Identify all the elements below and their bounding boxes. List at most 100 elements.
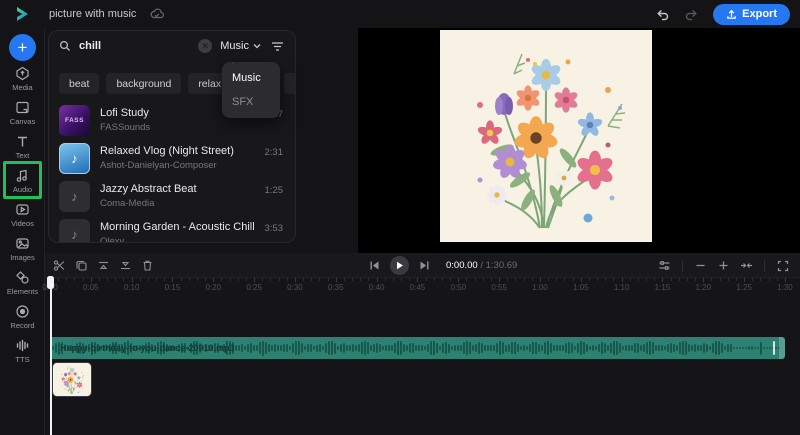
sidebar-label: Media — [12, 83, 33, 92]
track-thumbnail: FASS — [59, 104, 90, 136]
left-sidebar: + Media Canvas Text Audio Videos Images … — [0, 28, 45, 435]
clip-trim-handle[interactable] — [779, 337, 785, 359]
current-time: 0:00.00 — [446, 260, 478, 271]
split-button[interactable] — [50, 256, 69, 275]
track-thumbnail music-note-icon: ♪ — [59, 180, 90, 212]
text-icon — [18, 136, 27, 147]
app-logo-icon[interactable] — [13, 5, 31, 23]
audio-clip[interactable]: Happy-birthday-to-you-dance-20919.mp3 — [50, 337, 785, 359]
chevron-down-icon — [253, 44, 261, 49]
copy-icon — [76, 260, 87, 271]
project-title[interactable]: picture with music — [49, 8, 136, 20]
tag-background[interactable]: background — [106, 73, 182, 94]
trim-left-icon — [99, 261, 108, 269]
track-options-button[interactable] — [655, 256, 674, 275]
timecode-display: 0:00.00 / 1:30.69 — [446, 260, 518, 271]
fullscreen-button[interactable] — [773, 256, 792, 275]
sidebar-item-media[interactable]: Media — [0, 62, 45, 96]
preview-canvas[interactable] — [358, 28, 800, 253]
flower-image[interactable] — [440, 30, 652, 242]
sidebar-label: Text — [15, 151, 30, 160]
sidebar-item-elements[interactable]: Elements — [0, 266, 45, 300]
trim-left-button[interactable] — [94, 256, 113, 275]
redo-button[interactable] — [684, 7, 699, 22]
track-artist: Olexy — [100, 236, 125, 243]
playback-controls: 0:00.00 / 1:30.69 — [365, 253, 517, 278]
dropdown-option-music[interactable]: Music — [222, 62, 280, 90]
tag-beat[interactable]: beat — [59, 73, 100, 94]
zoom-in-button[interactable] — [714, 256, 733, 275]
track-duration: 2:31 — [264, 147, 284, 158]
top-bar: picture with music Export — [0, 0, 800, 28]
trim-right-button[interactable] — [116, 256, 135, 275]
delete-button[interactable] — [138, 256, 157, 275]
filter-funnel-icon — [271, 41, 283, 51]
track-list-item[interactable]: ♪ Relaxed Vlog (Night Street) Ashot-Dani… — [49, 139, 295, 177]
audio-clip-name: Happy-birthday-to-you-dance-20919.mp3 — [60, 343, 235, 353]
track-list-item[interactable]: ♪ Morning Garden - Acoustic Chill Olexy … — [49, 215, 295, 243]
minus-icon — [696, 264, 705, 267]
fullscreen-icon — [777, 260, 788, 271]
search-icon — [59, 40, 70, 51]
trash-icon — [143, 260, 152, 271]
track-artist: FASSounds — [100, 122, 151, 133]
media-upload-icon — [16, 66, 29, 81]
play-button[interactable] — [390, 256, 409, 275]
waveform-icon — [16, 339, 29, 352]
fit-to-timeline-button[interactable] — [737, 256, 756, 275]
sidebar-item-record[interactable]: Record — [0, 300, 45, 334]
flower-bouquet-illustration — [440, 30, 652, 242]
track-artist: Ashot-Danielyan-Composer — [100, 160, 217, 171]
cloud-save-status-icon — [150, 7, 165, 21]
clip-edit-tools — [50, 256, 157, 275]
sidebar-item-images[interactable]: Images — [0, 232, 45, 266]
dropdown-option-sfx[interactable]: SFX — [222, 90, 280, 114]
track-thumbnail music-note-icon: ♪ — [59, 218, 90, 242]
export-label: Export — [742, 8, 777, 20]
music-track-list: FASS Lofi Study FASSounds 2:27 ♪ Relaxed… — [49, 101, 295, 243]
image-icon — [16, 238, 29, 249]
search-input[interactable] — [77, 39, 193, 53]
plus-icon — [719, 261, 728, 270]
image-clip[interactable] — [52, 362, 92, 397]
scissors-icon — [53, 259, 65, 271]
zoom-out-button[interactable] — [691, 256, 710, 275]
canvas-icon — [16, 101, 29, 114]
trim-right-icon — [121, 261, 130, 269]
sidebar-label: Audio — [12, 185, 33, 194]
track-list-item[interactable]: ♪ Jazzy Abstract Beat Coma-Media 1:25 — [49, 177, 295, 215]
timeline-toolbar: 0:00.00 / 1:30.69 — [45, 253, 800, 278]
timeline-ruler[interactable]: 0:00 0:05 0:10 0:15 0:20 0:25 0:30 0:35 0:40 0:45… — [42, 278, 800, 294]
sidebar-label: Elements — [6, 287, 39, 296]
filter-button[interactable] — [269, 37, 285, 56]
duplicate-button[interactable] — [72, 256, 91, 275]
category-dropdown-trigger[interactable]: Music — [218, 40, 263, 52]
elements-shapes-icon — [16, 271, 29, 284]
divider — [764, 259, 765, 272]
sidebar-item-videos[interactable]: Videos — [0, 198, 45, 232]
video-icon — [16, 204, 29, 215]
sidebar-label: Canvas — [9, 117, 36, 126]
category-selected-value: Music — [220, 40, 249, 52]
track-duration: 1:25 — [264, 185, 284, 196]
play-icon — [397, 261, 403, 270]
clear-search-button[interactable]: ✕ — [198, 39, 213, 53]
next-frame-button[interactable] — [415, 256, 434, 275]
record-icon — [16, 305, 29, 318]
previous-frame-button[interactable] — [365, 256, 384, 275]
timeline-section: 0:00.00 / 1:30.69 0:00 0:05 0:10 0:15 0:… — [42, 253, 800, 435]
export-button[interactable]: Export — [713, 3, 790, 25]
sidebar-item-canvas[interactable]: Canvas — [0, 96, 45, 130]
sidebar-item-audio[interactable]: Audio — [0, 164, 45, 198]
sidebar-item-text[interactable]: Text — [0, 130, 45, 164]
prev-frame-icon — [370, 261, 379, 270]
sidebar-item-tts[interactable]: TTS — [0, 334, 45, 368]
tag-restaurant[interactable]: restaurant — [284, 73, 295, 94]
track-duration: 3:53 — [264, 223, 284, 234]
undo-button[interactable] — [655, 7, 670, 22]
sidebar-label: Images — [10, 253, 35, 262]
category-dropdown-menu: Music SFX — [222, 62, 280, 118]
total-duration: 1:30.69 — [485, 260, 518, 271]
topbar-actions: Export — [655, 0, 790, 28]
add-media-button[interactable]: + — [9, 34, 36, 61]
